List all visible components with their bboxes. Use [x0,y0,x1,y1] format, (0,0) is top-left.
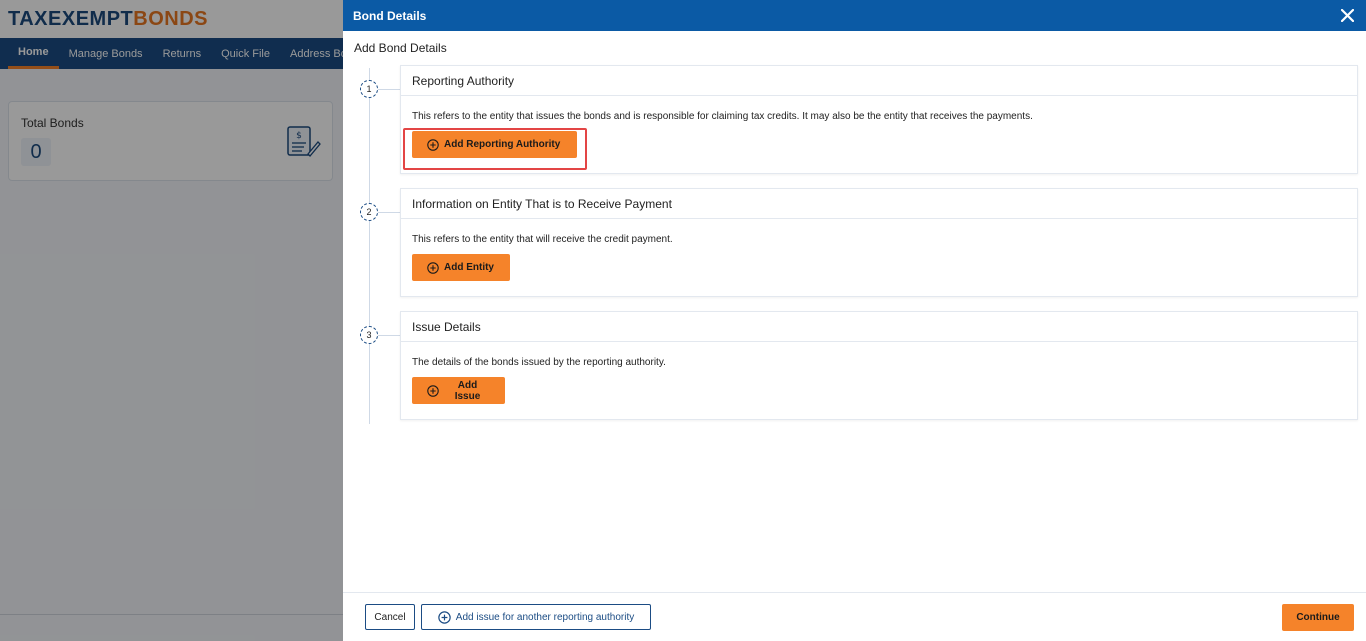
drawer-title: Bond Details [353,8,427,23]
bond-details-drawer: Bond Details Add Bond Details 1 Reportin… [343,0,1366,641]
add-another-authority-button[interactable]: Add issue for another reporting authorit… [421,604,651,630]
plus-circle-icon [438,610,451,624]
issue-details-card: Issue Details The details of the bonds i… [400,311,1358,420]
button-label: Add Issue [454,379,481,402]
button-label: Add issue for another reporting authorit… [455,611,635,623]
add-issue-button[interactable]: Add Issue [412,377,505,404]
receiving-entity-card: Information on Entity That is to Receive… [400,188,1358,297]
card-description: This refers to the entity that issues th… [412,111,1033,122]
cancel-button[interactable]: Cancel [365,604,415,630]
step-connector-1 [378,89,400,90]
step-number-1: 1 [360,80,378,98]
close-icon[interactable] [1338,7,1356,25]
card-title: Information on Entity That is to Receive… [401,189,1357,219]
add-entity-button[interactable]: Add Entity [412,254,510,281]
highlight-box [403,128,587,170]
card-description: This refers to the entity that will rece… [412,234,673,245]
modal-backdrop[interactable] [0,0,343,641]
card-title: Issue Details [401,312,1357,342]
drawer-header: Bond Details [343,0,1366,31]
step-connector-3 [378,335,400,336]
step-connector-2 [378,212,400,213]
drawer-subtitle: Add Bond Details [354,41,447,55]
card-description: The details of the bonds issued by the r… [412,357,666,368]
step-timeline [369,68,370,424]
continue-button[interactable]: Continue [1282,604,1354,631]
card-title: Reporting Authority [401,66,1357,96]
plus-circle-icon [427,384,439,397]
plus-circle-icon [427,261,439,274]
drawer-footer: Cancel Add issue for another reporting a… [343,592,1366,641]
step-number-2: 2 [360,203,378,221]
step-number-3: 3 [360,326,378,344]
button-label: Add Entity [444,262,494,273]
